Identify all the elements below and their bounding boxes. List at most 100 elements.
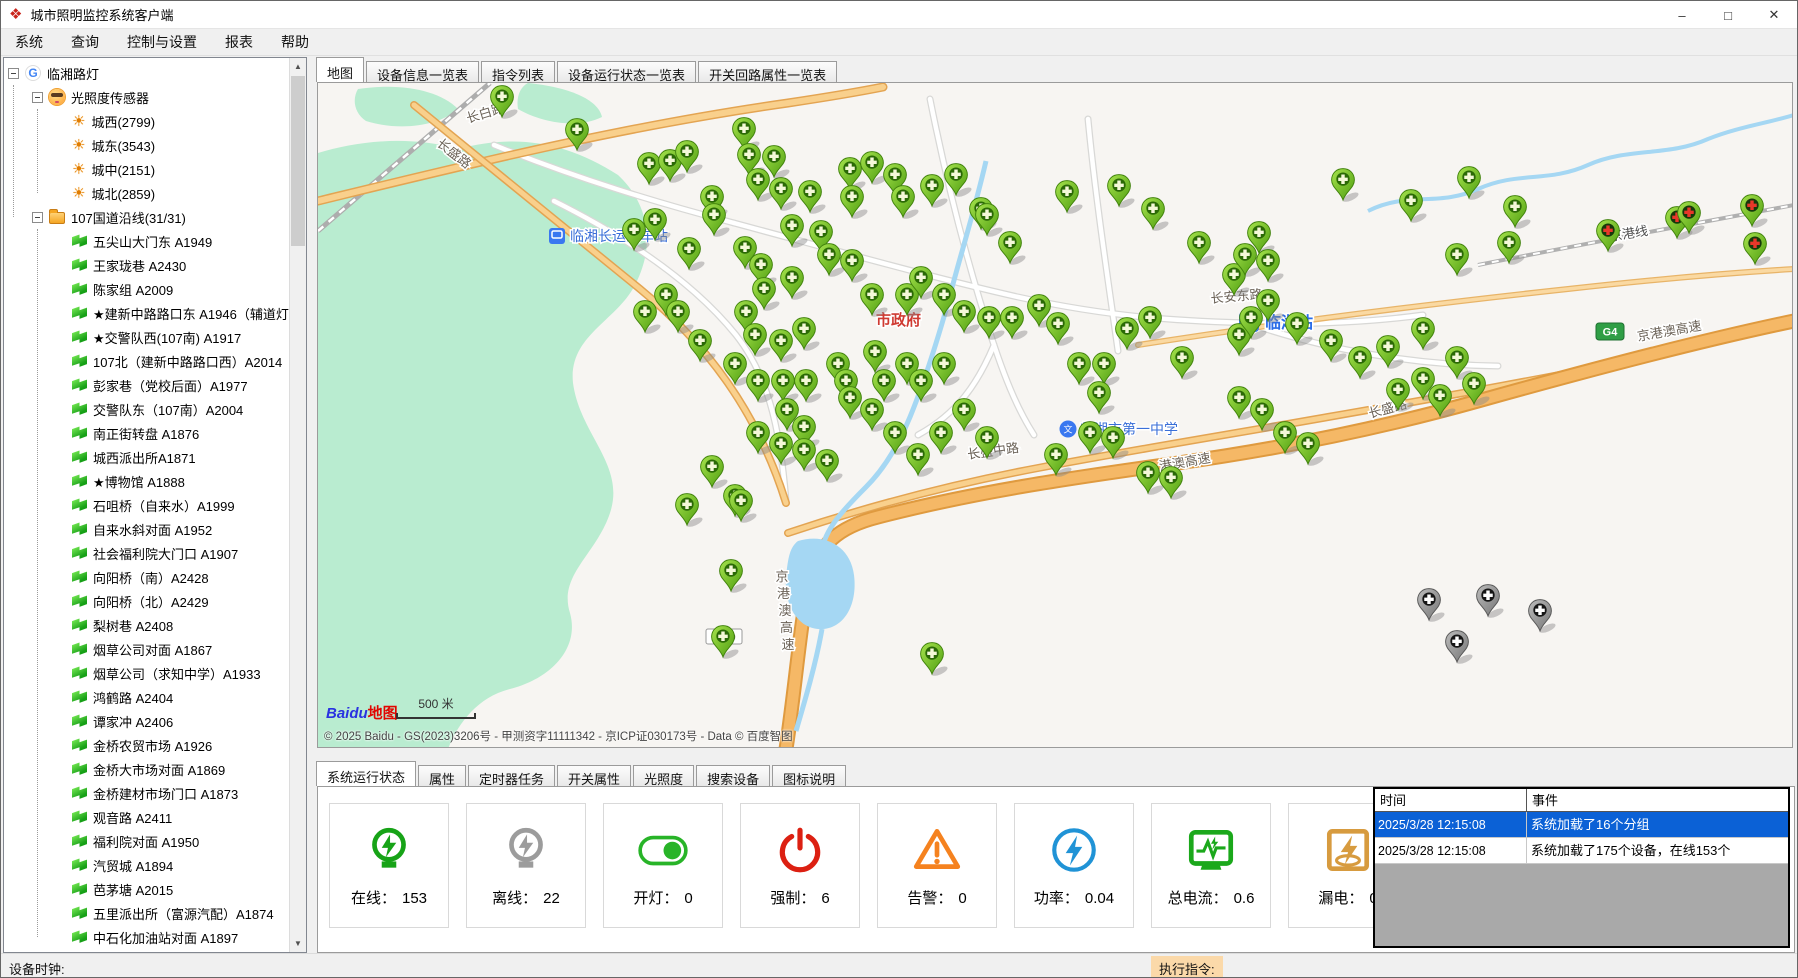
- map-tab-3[interactable]: 设备运行状态一览表: [557, 61, 696, 82]
- tree-item-1-2[interactable]: 陈家组 A2009: [4, 277, 289, 301]
- tree-expander-icon[interactable]: [32, 212, 43, 223]
- tree-item-1-15[interactable]: 向阳桥（北）A2429: [4, 589, 289, 613]
- tree-item-label: 烟草公司对面 A1867: [93, 640, 212, 659]
- horizontal-splitter[interactable]: [313, 748, 1797, 760]
- tree-item-root[interactable]: G临湘路灯: [4, 61, 289, 85]
- device-flag-icon: [72, 642, 87, 656]
- device-flag-icon: [72, 618, 87, 632]
- bottom-tab-0[interactable]: 系统运行状态: [316, 761, 416, 786]
- tree-item-1-1[interactable]: 王家珑巷 A2430: [4, 253, 289, 277]
- tree-item-1-3[interactable]: ★建新中路路口东 A1946（辅道灯）: [4, 301, 289, 325]
- map-tab-0[interactable]: 地图: [316, 57, 364, 82]
- scrollbar-thumb[interactable]: [291, 76, 305, 246]
- tree-item-label: 福利院对面 A1950: [93, 832, 199, 851]
- tree-item-1-24[interactable]: 观音路 A2411: [4, 805, 289, 829]
- device-flag-icon: [72, 426, 87, 440]
- tree-item-label: ★博物馆 A1888: [93, 472, 185, 491]
- tree-item-1-0[interactable]: 五尖山大门东 A1949: [4, 229, 289, 253]
- device-flag-icon: [72, 306, 87, 320]
- menu-item-1[interactable]: 查询: [57, 28, 113, 56]
- device-flag-icon: [72, 378, 87, 392]
- tree-item-1-16[interactable]: 梨树巷 A2408: [4, 613, 289, 637]
- bottom-tab-6[interactable]: 图标说明: [772, 765, 846, 786]
- tree-item-1-18[interactable]: 烟草公司（求知中学）A1933: [4, 661, 289, 685]
- titlebar: ❖ 城市照明监控系统客户端 – □ ✕: [1, 1, 1797, 29]
- menu-item-2[interactable]: 控制与设置: [113, 28, 211, 56]
- menu-item-0[interactable]: 系统: [1, 28, 57, 56]
- tree-item-0-2[interactable]: ☀城中(2151): [4, 157, 289, 181]
- tree-item-1-12[interactable]: 自来水斜对面 A1952: [4, 517, 289, 541]
- tree-item-1-17[interactable]: 烟草公司对面 A1867: [4, 637, 289, 661]
- tree-item-0-3[interactable]: ☀城北(2859): [4, 181, 289, 205]
- tree-item-1-13[interactable]: 社会福利院大门口 A1907: [4, 541, 289, 565]
- road-badge-G4: G4: [1596, 323, 1624, 340]
- tree-item-1-22[interactable]: 金桥大市场对面 A1869: [4, 757, 289, 781]
- tree-item-1-14[interactable]: 向阳桥（南）A2428: [4, 565, 289, 589]
- device-flag-icon: [72, 882, 87, 896]
- tree-item-label: 梨树巷 A2408: [93, 616, 173, 635]
- tree-item-1-21[interactable]: 金桥农贸市场 A1926: [4, 733, 289, 757]
- map-tab-4[interactable]: 开关回路属性一览表: [698, 61, 837, 82]
- leak-icon: [1321, 823, 1375, 877]
- event-time: 2025/3/28 12:15:08: [1375, 838, 1527, 863]
- map-view[interactable]: 长白路长盛路临湘长运汽车站市政府长安东路京港线京港澳高速临湘站文临湘市第一中学长…: [317, 82, 1793, 748]
- tree-scrollbar[interactable]: ▲ ▼: [289, 58, 306, 952]
- bottom-tab-2[interactable]: 定时器任务: [468, 765, 555, 786]
- tree-item-1-19[interactable]: 鸿鹤路 A2404: [4, 685, 289, 709]
- tree-item-label: 芭茅塘 A2015: [93, 880, 173, 899]
- bottom-tab-1[interactable]: 属性: [418, 765, 466, 786]
- tree-item-1-6[interactable]: 彭家巷（党校后面）A1977: [4, 373, 289, 397]
- tree-item-1-4[interactable]: ★交警队西(107南) A1917: [4, 325, 289, 349]
- bottom-tab-5[interactable]: 搜索设备: [696, 765, 770, 786]
- map-tab-2[interactable]: 指令列表: [481, 61, 555, 82]
- event-log-empty-area: [1375, 864, 1788, 946]
- tree-item-1-20[interactable]: 谭家冲 A2406: [4, 709, 289, 733]
- card-label: 离线：: [492, 890, 537, 907]
- tree-item-1-28[interactable]: 五里派出所（富源汽配）A1874: [4, 901, 289, 925]
- exec-command-label: 执行指令:: [1151, 956, 1223, 978]
- tree-item-1-9[interactable]: 城西派出所A1871: [4, 445, 289, 469]
- tree-item-1-25[interactable]: 福利院对面 A1950: [4, 829, 289, 853]
- menu-item-3[interactable]: 报表: [211, 28, 267, 56]
- tree-item-label: 城西派出所A1871: [93, 448, 196, 467]
- baidu-logo-bai: Bai: [326, 705, 349, 722]
- tree-item-label: 光照度传感器: [71, 88, 149, 107]
- tree-item-1-7[interactable]: 交警队东（107南）A2004: [4, 397, 289, 421]
- event-row-1[interactable]: 2025/3/28 12:15:08系统加载了175个设备，在线153个: [1375, 838, 1788, 864]
- maximize-button[interactable]: □: [1705, 1, 1751, 29]
- tree-item-group-1[interactable]: 107国道沿线(31/31): [4, 205, 289, 229]
- tree-item-1-10[interactable]: ★博物馆 A1888: [4, 469, 289, 493]
- scroll-down-icon[interactable]: ▼: [290, 935, 306, 952]
- tree-item-1-23[interactable]: 金桥建材市场门口 A1873: [4, 781, 289, 805]
- bottom-tab-4[interactable]: 光照度: [633, 765, 694, 786]
- minimize-button[interactable]: –: [1659, 1, 1705, 29]
- close-button[interactable]: ✕: [1751, 1, 1797, 29]
- bottom-tab-3[interactable]: 开关属性: [557, 765, 631, 786]
- col-event: 事件: [1527, 789, 1788, 811]
- tree-item-1-29[interactable]: 中石化加油站对面 A1897: [4, 925, 289, 949]
- baidu-map-canvas[interactable]: 长白路长盛路临湘长运汽车站市政府长安东路京港线京港澳高速临湘站文临湘市第一中学长…: [318, 83, 1793, 748]
- tree-expander-icon[interactable]: [32, 92, 43, 103]
- device-flag-icon: [72, 522, 87, 536]
- map-tab-1[interactable]: 设备信息一览表: [366, 61, 479, 82]
- tree-item-1-27[interactable]: 芭茅塘 A2015: [4, 877, 289, 901]
- tree-item-1-8[interactable]: 南正街转盘 A1876: [4, 421, 289, 445]
- tree-item-group-0[interactable]: 光照度传感器: [4, 85, 289, 109]
- tree-item-0-1[interactable]: ☀城东(3543): [4, 133, 289, 157]
- tree-item-label: 汽贸城 A1894: [93, 856, 173, 875]
- tree-item-1-11[interactable]: 石咀桥（自来水）A1999: [4, 493, 289, 517]
- card-value: 153: [402, 890, 427, 907]
- school-icon: 文: [1060, 421, 1077, 438]
- tree-item-1-5[interactable]: 107北（建新中路路口西）A2014: [4, 349, 289, 373]
- system-status-panel: 在线：153离线：22开灯：0强制：6告警：0功率：0.04总电流：0.6漏电：…: [317, 786, 1795, 953]
- device-flag-icon: [72, 786, 87, 800]
- tree-item-label: 陈家组 A2009: [93, 280, 173, 299]
- scroll-up-icon[interactable]: ▲: [290, 58, 306, 75]
- event-row-0[interactable]: 2025/3/28 12:15:08系统加载了16个分组: [1375, 812, 1788, 838]
- tree-item-1-26[interactable]: 汽贸城 A1894: [4, 853, 289, 877]
- tree-item-0-0[interactable]: ☀城西(2799): [4, 109, 289, 133]
- tree-expander-icon[interactable]: [8, 68, 19, 79]
- menu-item-4[interactable]: 帮助: [267, 28, 323, 56]
- status-card-3: 强制：6: [740, 803, 860, 928]
- device-flag-icon: [72, 858, 87, 872]
